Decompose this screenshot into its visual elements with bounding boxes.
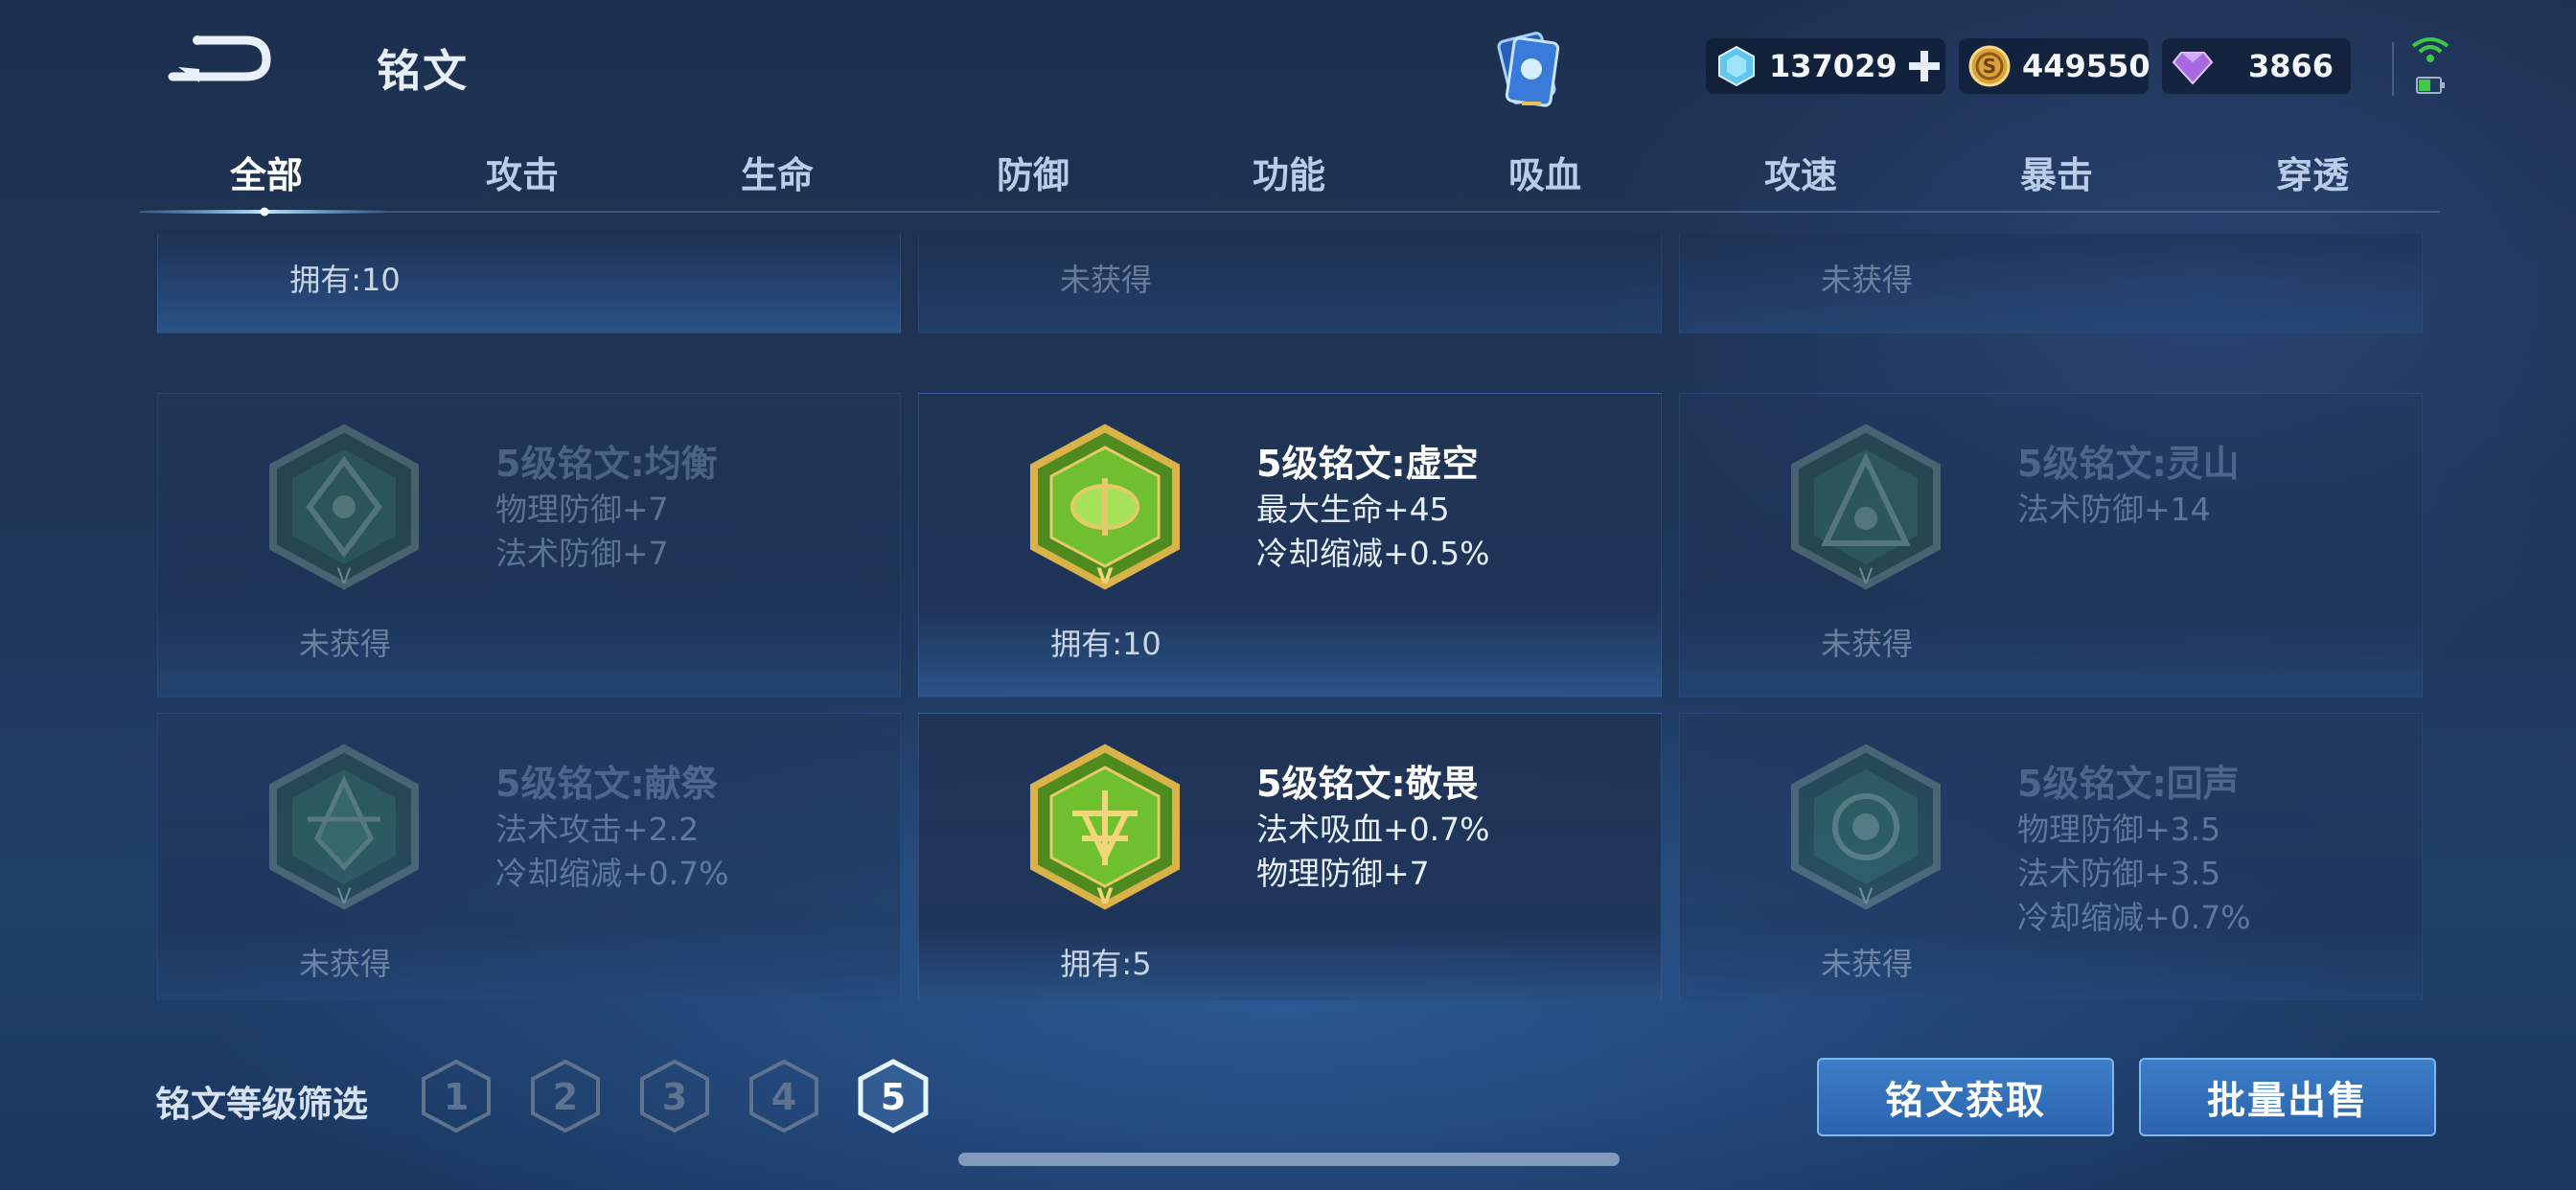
level-filter-2[interactable]: 2 (527, 1058, 604, 1134)
inscription-status: 拥有:5 (1060, 946, 1152, 982)
void-emblem-icon: V (1030, 423, 1180, 590)
add-icon[interactable] (1907, 49, 1942, 83)
tab-health[interactable]: 生命 (701, 146, 854, 198)
gem-value: 3866 (2247, 48, 2334, 84)
inscription-card-spirit-mountain[interactable]: V 5级铭文:灵山 法术防御+14 未获得 (1679, 393, 2423, 698)
inscription-stat: 法术吸血+0.7% (1256, 811, 1490, 848)
tab-attack-speed[interactable]: 攻速 (1724, 146, 1877, 198)
level-filter-2-label: 2 (553, 1076, 578, 1118)
inscription-status: 拥有:10 (1050, 626, 1162, 662)
inscription-stat: 物理防御+3.5 (2017, 811, 2221, 848)
svg-text:V: V (1096, 565, 1113, 589)
inscription-card-awe[interactable]: V 5级铭文:敬畏 法术吸血+0.7% 物理防御+7 拥有:5 (918, 713, 1662, 1000)
echo-emblem-icon: V (1791, 744, 1941, 910)
tab-utility[interactable]: 功能 (1212, 146, 1366, 198)
tab-defense[interactable]: 防御 (956, 146, 1110, 198)
level-filter-5-selected[interactable]: 5 (855, 1058, 932, 1134)
status-divider (2392, 42, 2394, 96)
voucher-balance: 137029 (1706, 38, 1945, 94)
svg-text:V: V (336, 565, 351, 589)
level-filter-4[interactable]: 4 (746, 1058, 822, 1134)
voucher-value: 137029 (1769, 48, 1898, 84)
inscription-stat: 法术防御+3.5 (2017, 855, 2221, 892)
inscription-card[interactable]: 拥有:10 (157, 234, 901, 333)
bulk-sell-button[interactable]: 批量出售 (2139, 1058, 2436, 1136)
inscription-status: 未获得 (1820, 626, 1913, 662)
svg-text:S: S (1983, 55, 1996, 78)
active-tab-indicator (140, 207, 389, 217)
inscription-status: 未获得 (298, 626, 391, 662)
level-filter-3-label: 3 (662, 1076, 687, 1118)
sacrifice-emblem-icon: V (269, 744, 419, 910)
inscription-stat: 冷却缩减+0.7% (495, 855, 729, 892)
inscription-status: 未获得 (1820, 946, 1913, 982)
level-filter-5-label: 5 (881, 1076, 906, 1118)
level-filter-1-label: 1 (444, 1076, 469, 1118)
inscription-status: 拥有:10 (289, 262, 401, 298)
inscription-card-balance[interactable]: V 5级铭文:均衡 物理防御+7 法术防御+7 未获得 (157, 393, 901, 698)
inscription-card[interactable]: 未获得 (918, 234, 1662, 333)
inscription-card-void[interactable]: V 5级铭文:虚空 最大生命+45 冷却缩减+0.5% 拥有:10 (918, 393, 1662, 698)
level-filter-label: 铭文等级筛选 (155, 1084, 368, 1125)
inscription-stat: 物理防御+7 (495, 491, 669, 528)
inscription-name: 5级铭文:回声 (2017, 763, 2240, 805)
inscription-grid: 拥有:10 未获得 未获得 V 5级铭文:均衡 物理防御+7 法术防御+7 未获… (153, 234, 2425, 1000)
inscription-stat: 法术防御+14 (2017, 491, 2211, 528)
inscription-name: 5级铭文:敬畏 (1256, 763, 1479, 805)
tab-attack[interactable]: 攻击 (446, 146, 599, 198)
inscription-card[interactable]: 未获得 (1679, 234, 2423, 333)
voucher-crystal-icon (1718, 45, 1755, 87)
inscription-card-sacrifice[interactable]: V 5级铭文:献祭 法术攻击+2.2 冷却缩减+0.7% 未获得 (157, 713, 901, 1000)
svg-text:V: V (1858, 885, 1873, 909)
awe-emblem-icon: V (1030, 744, 1180, 910)
gem-balance: 3866 (2162, 38, 2351, 94)
inscription-status: 未获得 (298, 946, 391, 982)
home-indicator[interactable] (958, 1153, 1620, 1166)
svg-text:V: V (1858, 565, 1873, 589)
purple-gem-icon (2172, 52, 2214, 85)
obtain-inscription-button[interactable]: 铭文获取 (1817, 1058, 2114, 1136)
svg-text:V: V (336, 885, 351, 909)
inscription-stat: 冷却缩减+0.7% (2017, 899, 2251, 936)
inscription-card-icon[interactable] (1484, 27, 1574, 113)
gold-value: 449550 (2022, 48, 2150, 84)
inscription-name: 5级铭文:献祭 (495, 763, 718, 805)
spirit-mountain-emblem-icon: V (1791, 423, 1941, 590)
level-filter-1[interactable]: 1 (418, 1058, 494, 1134)
level-filter-3[interactable]: 3 (636, 1058, 713, 1134)
inscription-status: 未获得 (1059, 262, 1152, 298)
page-title: 铭文 (377, 45, 469, 97)
inscription-stat: 最大生命+45 (1256, 491, 1450, 528)
inscription-stat: 法术攻击+2.2 (495, 811, 700, 848)
balance-emblem-icon: V (269, 423, 419, 590)
back-button[interactable] (161, 31, 274, 90)
inscription-stat: 法术防御+7 (495, 535, 669, 572)
level-filter-4-label: 4 (771, 1076, 796, 1118)
tab-penetration[interactable]: 穿透 (2236, 146, 2389, 198)
battery-icon (2416, 77, 2445, 94)
tab-crit[interactable]: 暴击 (1980, 146, 2133, 198)
gold-coin-icon: S (1968, 45, 2011, 87)
inscription-name: 5级铭文:灵山 (2017, 443, 2240, 485)
svg-text:V: V (1096, 885, 1113, 909)
wifi-icon (2411, 37, 2450, 62)
tab-lifesteal[interactable]: 吸血 (1468, 146, 1622, 198)
inscription-status: 未获得 (1820, 262, 1913, 298)
inscription-stat: 物理防御+7 (1256, 855, 1430, 892)
inscription-stat: 冷却缩减+0.5% (1256, 535, 1490, 572)
inscription-name: 5级铭文:虚空 (1256, 443, 1479, 485)
inscription-name: 5级铭文:均衡 (495, 443, 718, 485)
tabs-divider (140, 211, 2440, 213)
gold-balance: S 449550 (1959, 38, 2150, 94)
tab-all[interactable]: 全部 (190, 146, 343, 198)
inscription-card-echo[interactable]: V 5级铭文:回声 物理防御+3.5 法术防御+3.5 冷却缩减+0.7% 未获… (1679, 713, 2423, 1000)
